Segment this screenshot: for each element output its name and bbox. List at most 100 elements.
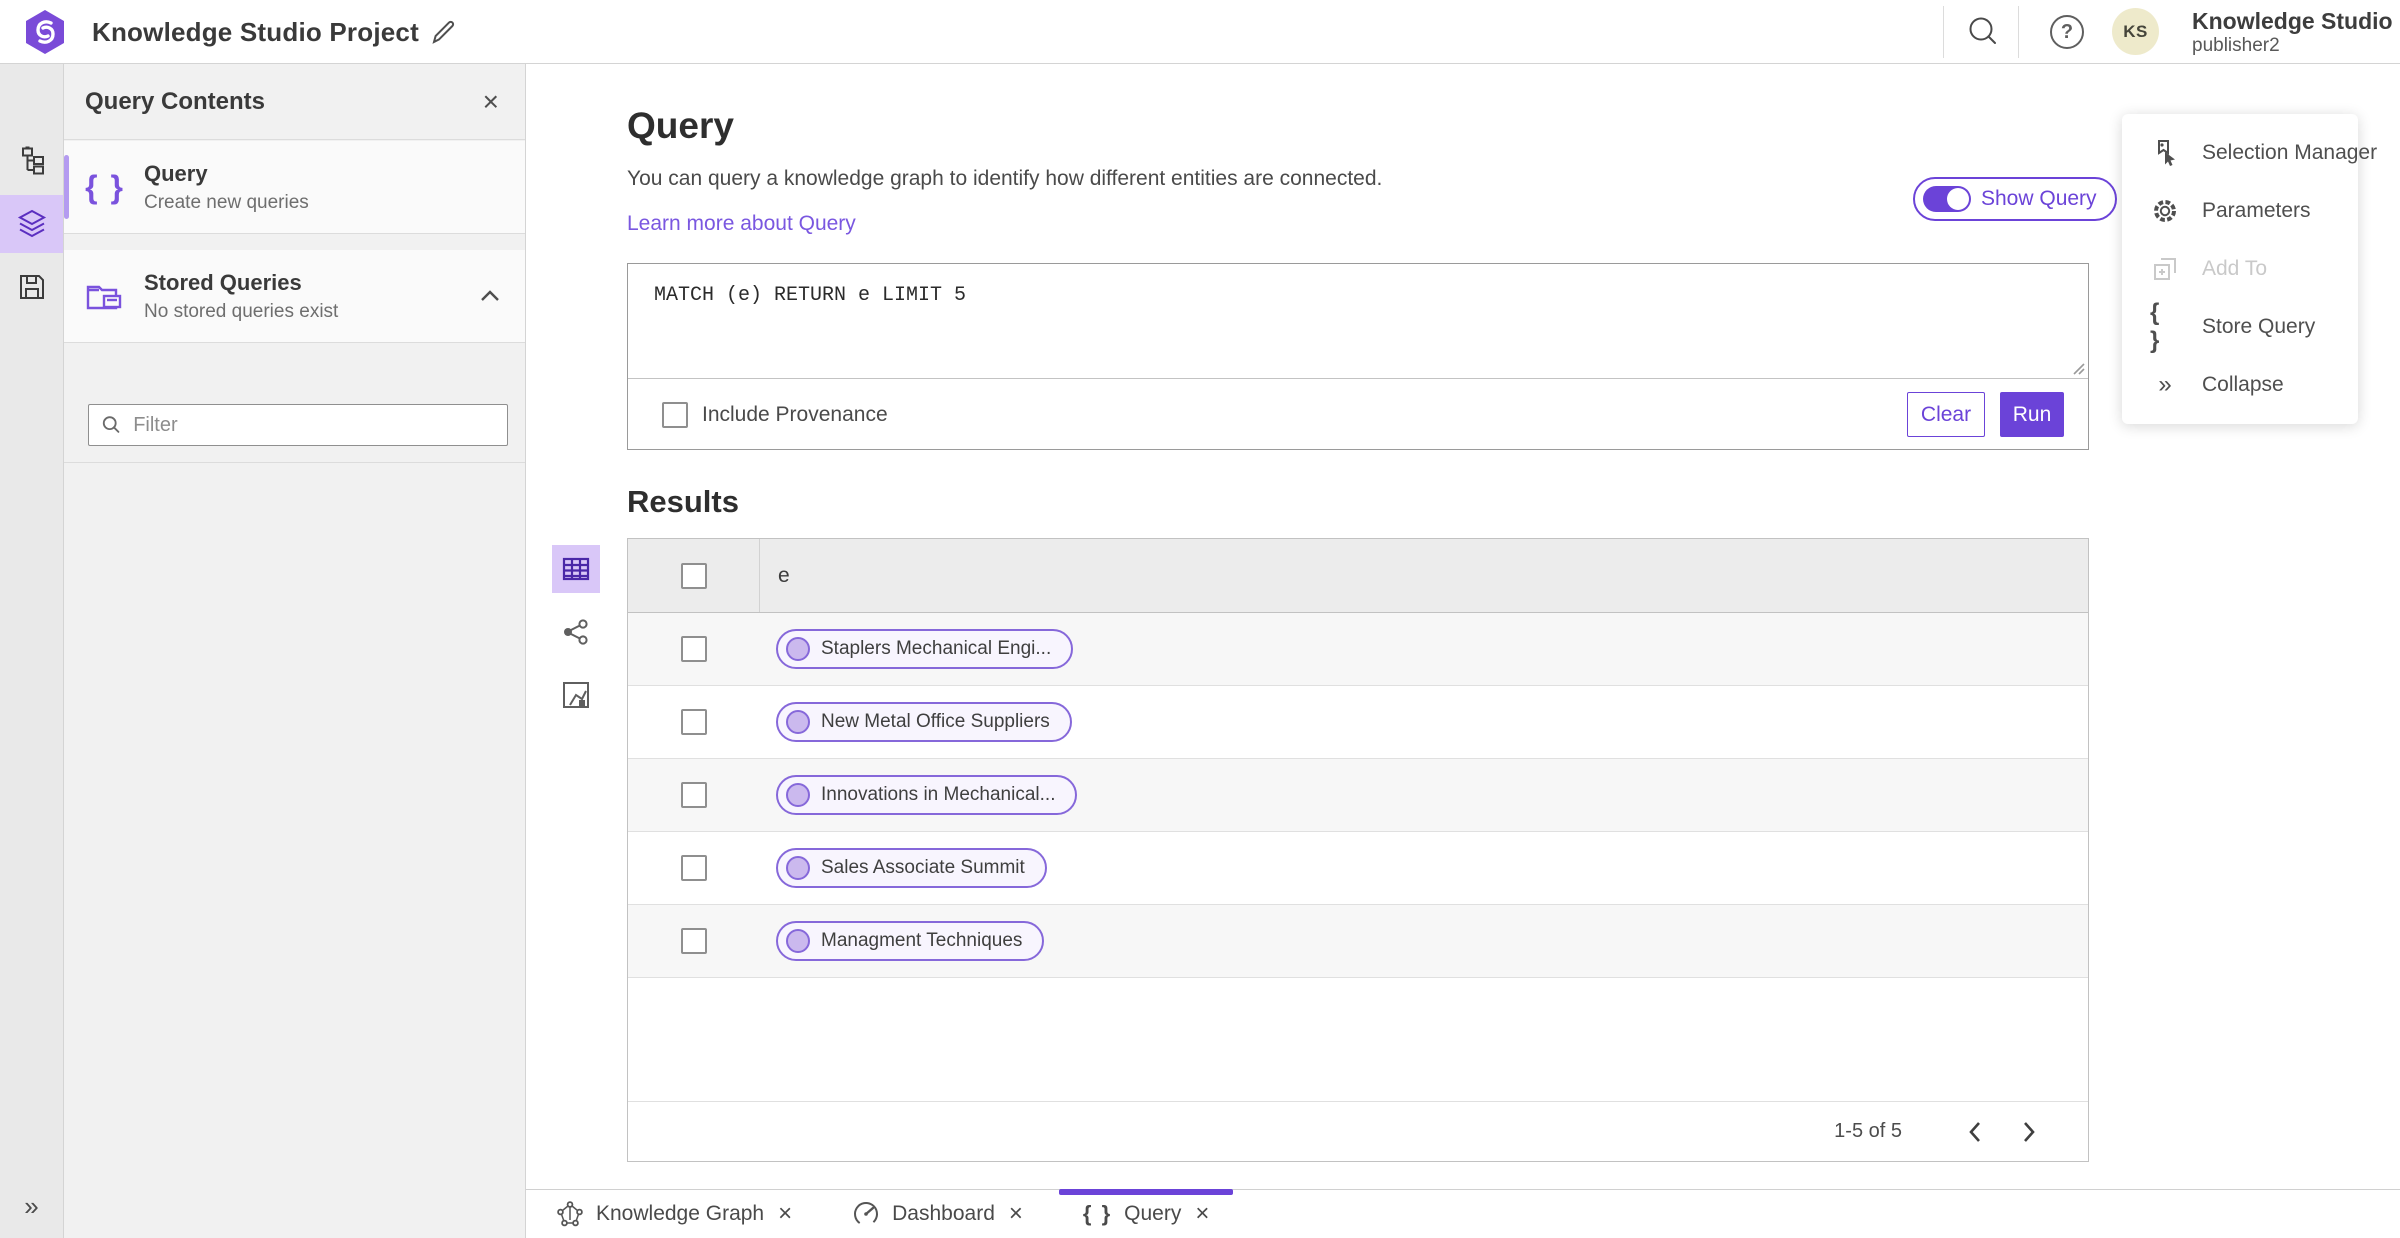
help-glyph: ? [2060, 20, 2074, 43]
gear-icon [2150, 197, 2180, 225]
entity-chip[interactable]: New Metal Office Suppliers [776, 702, 1072, 742]
menu-item-parameters[interactable]: Parameters [2122, 182, 2358, 240]
map-view-button[interactable] [552, 671, 600, 719]
entity-chip[interactable]: Staplers Mechanical Engi... [776, 629, 1074, 669]
account-block[interactable]: Knowledge Studio publisher2 [2192, 8, 2393, 57]
run-button[interactable]: Run [2000, 392, 2064, 437]
query-editor-box: MATCH (e) RETURN e LIMIT 5 Include Prove… [627, 263, 2089, 450]
panel-item-stored-queries[interactable]: Stored Queries No stored queries exist [64, 250, 525, 343]
results-view-toolbar [552, 545, 600, 719]
account-username: publisher2 [2192, 35, 2280, 57]
entity-label: Managment Techniques [821, 930, 1023, 951]
close-icon[interactable]: × [1009, 1202, 1023, 1226]
panel-title: Query Contents [85, 87, 266, 115]
graph-icon [557, 1201, 583, 1227]
close-icon[interactable]: × [778, 1202, 792, 1226]
filter-input[interactable] [133, 413, 495, 437]
tab-knowledge-graph[interactable]: Knowledge Graph × [532, 1190, 816, 1238]
selection-manager-icon [2150, 139, 2180, 167]
chevron-up-icon[interactable] [479, 289, 501, 303]
panel-item-title: Stored Queries [144, 269, 302, 295]
panel-item-subtitle: No stored queries exist [144, 300, 339, 322]
column-header-e: e [778, 563, 790, 587]
menu-item-store-query[interactable]: { } Store Query [2122, 298, 2358, 356]
expand-rail-button[interactable]: » [0, 1184, 63, 1228]
select-all-checkbox[interactable] [680, 562, 707, 589]
tab-label: Query [1124, 1202, 1182, 1225]
link-chart-icon [564, 619, 588, 645]
menu-item-label: Add To [2202, 257, 2267, 280]
entity-label: Sales Associate Summit [821, 857, 1025, 878]
page-count: 1-5 of 5 [1834, 1120, 1902, 1142]
entity-chip[interactable]: Innovations in Mechanical... [776, 775, 1078, 815]
entity-dot-icon [786, 856, 810, 880]
avatar-initials: KS [2123, 21, 2148, 41]
include-provenance-checkbox[interactable] [662, 401, 688, 428]
toggle-label: Show Query [1981, 187, 2097, 210]
table-row: Staplers Mechanical Engi... [628, 613, 2088, 686]
row-checkbox[interactable] [681, 855, 707, 881]
graph-view-button[interactable] [552, 608, 600, 656]
results-table: e Staplers Mechanical Engi... New Metal … [627, 538, 2089, 1162]
menu-item-collapse[interactable]: » Collapse [2122, 356, 2358, 414]
left-icon-rail: » [0, 64, 64, 1238]
tab-label: Dashboard [892, 1202, 995, 1225]
row-checkbox[interactable] [681, 709, 707, 735]
panel-header: Query Contents × [64, 64, 525, 140]
table-view-button[interactable] [552, 545, 600, 593]
entity-chip[interactable]: Managment Techniques [776, 921, 1045, 961]
map-icon [563, 682, 589, 708]
entity-dot-icon [786, 637, 810, 661]
avatar[interactable]: KS [2112, 8, 2159, 55]
entity-chip[interactable]: Sales Associate Summit [776, 848, 1047, 888]
header-divider [1943, 6, 1944, 58]
query-description: You can query a knowledge graph to ident… [627, 167, 1383, 190]
table-header-row: e [628, 539, 2088, 613]
include-provenance-label: Include Provenance [702, 402, 888, 426]
rail-item-layers[interactable] [0, 195, 63, 253]
search-icon[interactable] [1964, 13, 2002, 51]
folder-icon [86, 285, 122, 310]
table-row: Sales Associate Summit [628, 832, 2088, 905]
filter-field [88, 404, 508, 446]
entity-label: New Metal Office Suppliers [821, 711, 1050, 732]
table-icon [562, 557, 590, 581]
results-title: Results [627, 484, 739, 519]
entity-dot-icon [786, 710, 810, 734]
close-icon[interactable]: × [483, 87, 499, 116]
resize-grip[interactable] [2070, 360, 2086, 376]
row-checkbox[interactable] [681, 782, 707, 808]
edit-title-pencil-icon[interactable] [428, 17, 458, 47]
menu-item-add-to: Add To [2122, 240, 2358, 298]
dashboard-icon [854, 1202, 879, 1226]
tab-dashboard[interactable]: Dashboard × [828, 1190, 1047, 1238]
row-checkbox[interactable] [681, 928, 707, 954]
panel-item-subtitle: Create new queries [144, 191, 309, 213]
selected-indicator [64, 155, 69, 219]
chevron-right-icon[interactable] [2006, 1109, 2052, 1155]
braces-icon: { } [2150, 299, 2162, 354]
chevron-left-icon[interactable] [1952, 1109, 1998, 1155]
app-logo-icon [22, 9, 68, 55]
learn-more-link[interactable]: Learn more about Query [627, 212, 856, 236]
bottom-tab-bar: Knowledge Graph × Dashboard × { } Query … [526, 1189, 2400, 1238]
row-checkbox[interactable] [681, 636, 707, 662]
toggle-switch [1923, 186, 1971, 212]
help-icon[interactable]: ? [2048, 13, 2086, 51]
table-row: Innovations in Mechanical... [628, 759, 2088, 832]
menu-item-selection-manager[interactable]: Selection Manager [2122, 124, 2377, 182]
panel-item-query[interactable]: { } Query Create new queries [64, 141, 525, 234]
close-icon[interactable]: × [1195, 1202, 1209, 1226]
table-row: Managment Techniques [628, 905, 2088, 978]
header-divider [2018, 6, 2019, 58]
double-chevron-icon: » [2158, 371, 2172, 398]
query-textarea[interactable]: MATCH (e) RETURN e LIMIT 5 [628, 264, 2088, 379]
tab-query[interactable]: { } Query × [1058, 1189, 1234, 1238]
clear-button[interactable]: Clear [1907, 392, 1985, 437]
rail-item-save[interactable] [0, 258, 63, 316]
braces-icon: { } [85, 168, 125, 205]
entity-dot-icon [786, 783, 810, 807]
rail-item-hierarchy[interactable] [0, 132, 63, 190]
query-contents-panel: Query Contents × { } Query Create new qu… [64, 64, 526, 1238]
show-query-toggle[interactable]: Show Query [1913, 177, 2117, 221]
